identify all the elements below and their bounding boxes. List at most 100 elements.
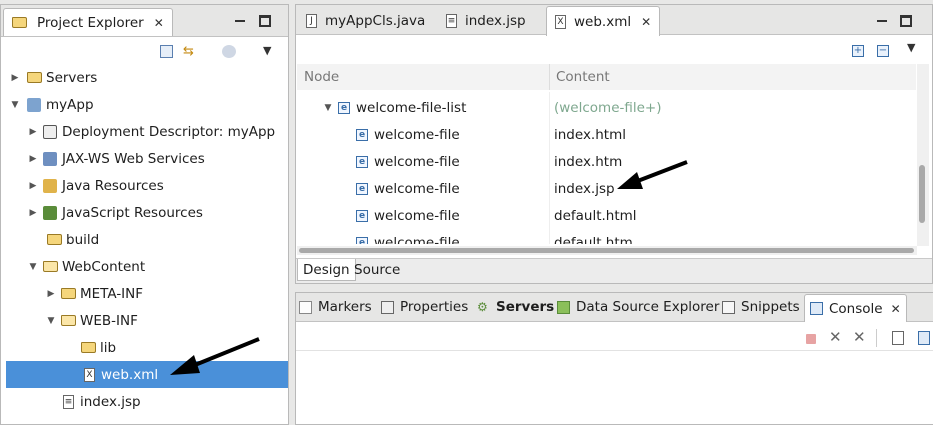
tree-item-myapp[interactable]: ▼ myApp <box>1 91 288 118</box>
expand-icon[interactable]: ▶ <box>27 181 39 191</box>
editor-page-tabs: Design Source <box>296 258 932 283</box>
folder-icon <box>27 72 42 83</box>
grid-row[interactable]: ▼ e welcome-file-list <box>322 94 467 121</box>
tree-item-meta-inf[interactable]: ▶ META-INF <box>1 280 288 307</box>
tab-servers[interactable]: ⚙ Servers <box>477 294 554 320</box>
tree-item-javascript-resources[interactable]: ▶ JavaScript Resources <box>1 199 288 226</box>
toolbar-separator <box>876 329 877 347</box>
jsp-file-icon: ≡ <box>63 394 74 409</box>
tree-item-label: lib <box>100 339 117 356</box>
annotation-arrow-icon <box>170 337 260 375</box>
expand-all-icon[interactable]: + <box>852 45 864 57</box>
tab-web-xml[interactable]: X web.xml ✕ <box>546 6 661 36</box>
horizontal-scrollbar[interactable] <box>297 246 917 255</box>
collapse-icon[interactable]: ▼ <box>45 316 57 326</box>
tab-console[interactable]: Console ✕ <box>804 294 907 322</box>
tree-item-index-jsp[interactable]: ≡ index.jsp <box>1 388 288 415</box>
tab-markers[interactable]: Markers <box>299 294 372 320</box>
tab-myappcls-java[interactable]: J myAppCls.java <box>298 7 433 35</box>
tree-item-label: myApp <box>46 96 94 113</box>
project-explorer-title: Project Explorer <box>37 14 144 31</box>
expand-icon[interactable]: ▶ <box>27 208 39 218</box>
tree-item-jaxws[interactable]: ▶ JAX-WS Web Services <box>1 145 288 172</box>
node-content[interactable]: default.htm <box>554 229 633 245</box>
tree-item-web-inf[interactable]: ▼ WEB-INF <box>1 307 288 334</box>
element-icon: e <box>356 128 368 141</box>
tab-design[interactable]: Design <box>297 259 356 281</box>
expand-icon[interactable]: ▶ <box>27 154 39 164</box>
tab-source[interactable]: Source <box>349 259 405 281</box>
data-source-icon <box>557 300 570 314</box>
tab-properties[interactable]: Properties <box>381 294 468 320</box>
tree-item-servers[interactable]: ▶ Servers <box>1 64 288 91</box>
grid-row[interactable]: e welcome-file <box>356 121 460 148</box>
element-icon: e <box>356 236 368 244</box>
scroll-lock-icon[interactable] <box>918 331 930 345</box>
folder-icon <box>47 234 62 245</box>
link-with-editor-icon[interactable]: ⇆ <box>183 45 199 58</box>
expand-icon[interactable]: ▶ <box>45 289 57 299</box>
tab-index-jsp[interactable]: ≡ index.jsp <box>438 7 534 35</box>
column-content[interactable]: Content <box>556 69 610 85</box>
close-icon[interactable]: ✕ <box>891 302 901 316</box>
jsp-file-icon: ≡ <box>446 14 457 28</box>
tree-item-webcontent[interactable]: ▼ WebContent <box>1 253 288 280</box>
close-icon[interactable]: ✕ <box>154 16 164 30</box>
tree-item-label: build <box>66 231 100 248</box>
expand-icon[interactable]: ▶ <box>27 127 39 137</box>
grid-row[interactable]: e welcome-file <box>356 175 460 202</box>
vertical-scrollbar[interactable] <box>917 64 929 246</box>
console-icon <box>810 302 823 315</box>
element-icon: e <box>356 209 368 222</box>
tab-data-source-explorer[interactable]: Data Source Explorer <box>557 294 719 320</box>
grid-row[interactable]: e welcome-file <box>356 148 460 175</box>
terminate-icon[interactable] <box>806 334 816 344</box>
node-name: welcome-file-list <box>356 99 467 116</box>
collapse-icon[interactable]: ▼ <box>9 100 21 110</box>
tab-label: Servers <box>496 299 555 315</box>
remove-launch-icon[interactable]: ✕ <box>829 328 842 346</box>
web-services-icon <box>43 151 57 166</box>
node-content[interactable]: index.html <box>554 121 626 148</box>
minimize-icon[interactable] <box>234 15 246 27</box>
column-node[interactable]: Node <box>304 69 339 85</box>
grid-row[interactable]: e welcome-file <box>356 202 460 229</box>
folder-open-icon <box>43 261 58 272</box>
servers-icon: ⚙ <box>477 299 488 314</box>
node-content[interactable]: (welcome-file+) <box>554 94 662 121</box>
tab-label: Console <box>829 300 883 317</box>
tree-item-label: WEB-INF <box>80 312 138 329</box>
console-output[interactable] <box>297 351 933 424</box>
minimize-icon[interactable] <box>876 15 888 27</box>
node-content[interactable]: index.jsp <box>554 175 615 202</box>
collapse-all-icon[interactable] <box>160 45 173 58</box>
bottom-tabbar: Markers Properties ⚙ Servers Data Source… <box>296 293 933 322</box>
node-name: welcome-file <box>374 207 460 224</box>
maximize-icon[interactable] <box>259 15 271 27</box>
tab-snippets[interactable]: Snippets <box>722 294 800 320</box>
clear-console-icon[interactable] <box>892 331 904 345</box>
expand-icon[interactable]: ▶ <box>9 73 21 83</box>
project-explorer-tabbar: Project Explorer ✕ <box>1 5 288 37</box>
scrollbar-thumb[interactable] <box>919 165 925 223</box>
tab-label: myAppCls.java <box>325 13 426 29</box>
collapse-all-icon[interactable]: − <box>877 45 889 57</box>
node-name: welcome-file <box>374 126 460 143</box>
view-menu-icon[interactable]: ▼ <box>263 44 271 57</box>
close-icon[interactable]: ✕ <box>641 15 651 29</box>
node-content[interactable]: index.htm <box>554 148 622 175</box>
tree-item-deployment-descriptor[interactable]: ▶ Deployment Descriptor: myApp <box>1 118 288 145</box>
node-content[interactable]: default.html <box>554 202 637 229</box>
tab-project-explorer[interactable]: Project Explorer ✕ <box>3 8 173 36</box>
scrollbar-thumb[interactable] <box>299 248 914 253</box>
maximize-icon[interactable] <box>900 15 912 27</box>
tree-item-build[interactable]: build <box>1 226 288 253</box>
project-explorer-panel: Project Explorer ✕ ⇆ ▼ ▶ Servers ▼ myApp… <box>0 4 289 425</box>
view-menu-icon[interactable]: ▼ <box>907 41 915 54</box>
collapse-icon[interactable]: ▼ <box>322 103 334 113</box>
collapse-icon[interactable]: ▼ <box>27 262 39 272</box>
filter-icon[interactable] <box>222 45 236 58</box>
grid-row[interactable]: e welcome-file <box>356 229 460 244</box>
remove-all-launches-icon[interactable]: ✕ <box>853 328 866 346</box>
tree-item-java-resources[interactable]: ▶ Java Resources <box>1 172 288 199</box>
